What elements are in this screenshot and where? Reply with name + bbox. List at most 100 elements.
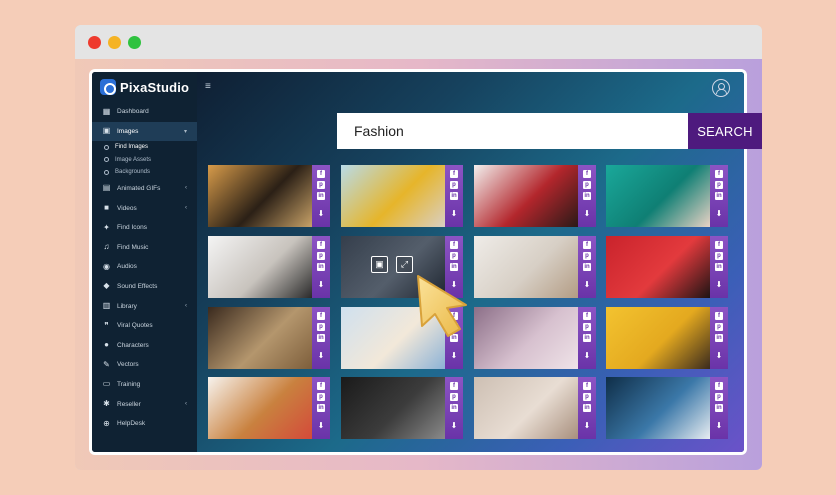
image-result-card[interactable]: fp in ⬇ <box>474 377 596 439</box>
hamburger-menu-icon[interactable]: ≡ <box>205 82 211 92</box>
pinterest-icon[interactable]: p <box>583 181 591 189</box>
sidebar-item-helpdesk[interactable]: ⊕ HelpDesk <box>92 414 197 434</box>
sidebar-item-find-icons[interactable]: ✦ Find Icons <box>92 218 197 238</box>
pinterest-icon[interactable]: p <box>715 252 723 260</box>
facebook-icon[interactable]: f <box>715 382 723 390</box>
sidebar-item-library[interactable]: ▥ Library ‹ <box>92 296 197 316</box>
download-icon[interactable]: ⬇ <box>583 352 591 360</box>
facebook-icon[interactable]: f <box>450 382 458 390</box>
linkedin-icon[interactable]: in <box>450 404 458 412</box>
facebook-icon[interactable]: f <box>317 312 325 320</box>
sidebar-subitem-backgrounds[interactable]: Backgrounds <box>92 166 197 179</box>
result-thumbnail[interactable] <box>606 236 710 298</box>
linkedin-icon[interactable]: in <box>583 263 591 271</box>
facebook-icon[interactable]: f <box>450 170 458 178</box>
pinterest-icon[interactable]: p <box>715 393 723 401</box>
pinterest-icon[interactable]: p <box>450 252 458 260</box>
image-result-card[interactable]: fp in ⬇ <box>208 377 330 439</box>
pinterest-icon[interactable]: p <box>317 393 325 401</box>
pinterest-icon[interactable]: p <box>583 393 591 401</box>
result-thumbnail[interactable] <box>606 307 710 369</box>
result-thumbnail[interactable] <box>606 377 710 439</box>
sidebar-subitem-image-assets[interactable]: Image Assets <box>92 154 197 167</box>
facebook-icon[interactable]: f <box>450 241 458 249</box>
image-result-card[interactable]: fp in ⬇ <box>474 307 596 369</box>
linkedin-icon[interactable]: in <box>583 334 591 342</box>
pinterest-icon[interactable]: p <box>450 181 458 189</box>
download-icon[interactable]: ⬇ <box>317 281 325 289</box>
facebook-icon[interactable]: f <box>317 382 325 390</box>
image-result-card[interactable]: fp in ⬇ <box>606 236 728 298</box>
facebook-icon[interactable]: f <box>583 241 591 249</box>
facebook-icon[interactable]: f <box>583 312 591 320</box>
result-thumbnail[interactable] <box>208 307 312 369</box>
sidebar-item-dashboard[interactable]: ▦ Dashboard <box>92 102 197 122</box>
pinterest-icon[interactable]: p <box>583 323 591 331</box>
result-thumbnail[interactable] <box>474 377 578 439</box>
pinterest-icon[interactable]: p <box>450 393 458 401</box>
facebook-icon[interactable]: f <box>715 312 723 320</box>
logo[interactable]: PixaStudio <box>92 72 197 102</box>
sidebar-item-reseller[interactable]: ✱ Reseller ‹ <box>92 394 197 414</box>
pinterest-icon[interactable]: p <box>715 181 723 189</box>
download-icon[interactable]: ⬇ <box>317 210 325 218</box>
close-window-icon[interactable] <box>88 36 101 49</box>
download-icon[interactable]: ⬇ <box>715 352 723 360</box>
download-icon[interactable]: ⬇ <box>583 281 591 289</box>
download-icon[interactable]: ⬇ <box>583 210 591 218</box>
image-result-card[interactable]: fp in ⬇ <box>341 165 463 227</box>
facebook-icon[interactable]: f <box>715 170 723 178</box>
result-thumbnail[interactable] <box>341 165 445 227</box>
image-result-card[interactable]: fp in ⬇ <box>208 307 330 369</box>
download-icon[interactable]: ⬇ <box>450 352 458 360</box>
sidebar-item-images[interactable]: ▣ Images ▾ <box>92 121 197 142</box>
linkedin-icon[interactable]: in <box>583 404 591 412</box>
download-icon[interactable]: ⬇ <box>715 422 723 430</box>
sidebar-item-animated-gifs[interactable]: ▤ Animated GIFs ‹ <box>92 179 197 199</box>
facebook-icon[interactable]: f <box>317 170 325 178</box>
linkedin-icon[interactable]: in <box>317 263 325 271</box>
sidebar-item-audios[interactable]: ◉ Audios <box>92 257 197 277</box>
preview-icon[interactable]: ▣ <box>371 256 388 273</box>
pinterest-icon[interactable]: p <box>583 252 591 260</box>
image-result-card[interactable]: fp in ⬇ <box>474 236 596 298</box>
image-result-card[interactable]: fp in ⬇ <box>474 165 596 227</box>
result-thumbnail[interactable] <box>208 236 312 298</box>
image-result-card[interactable]: fp in ⬇ <box>606 307 728 369</box>
download-icon[interactable]: ⬇ <box>715 210 723 218</box>
facebook-icon[interactable]: f <box>317 241 325 249</box>
facebook-icon[interactable]: f <box>583 170 591 178</box>
pinterest-icon[interactable]: p <box>317 252 325 260</box>
linkedin-icon[interactable]: in <box>715 192 723 200</box>
image-result-card[interactable]: fp in ⬇ <box>606 165 728 227</box>
search-input[interactable] <box>337 113 689 149</box>
minimize-window-icon[interactable] <box>108 36 121 49</box>
image-result-card[interactable]: fp in ⬇ <box>208 236 330 298</box>
sidebar-item-vectors[interactable]: ✎ Vectors <box>92 355 197 375</box>
facebook-icon[interactable]: f <box>583 382 591 390</box>
image-result-card[interactable]: fp in ⬇ <box>208 165 330 227</box>
sidebar-item-find-music[interactable]: ♫ Find Music <box>92 237 197 257</box>
download-icon[interactable]: ⬇ <box>715 281 723 289</box>
linkedin-icon[interactable]: in <box>450 192 458 200</box>
result-thumbnail[interactable] <box>474 165 578 227</box>
pinterest-icon[interactable]: p <box>317 323 325 331</box>
linkedin-icon[interactable]: in <box>317 192 325 200</box>
pinterest-icon[interactable]: p <box>317 181 325 189</box>
sidebar-item-training[interactable]: ▭ Training <box>92 375 197 395</box>
result-thumbnail[interactable] <box>474 307 578 369</box>
linkedin-icon[interactable]: in <box>317 334 325 342</box>
pinterest-icon[interactable]: p <box>715 323 723 331</box>
linkedin-icon[interactable]: in <box>715 263 723 271</box>
facebook-icon[interactable]: f <box>715 241 723 249</box>
result-thumbnail[interactable] <box>474 236 578 298</box>
sidebar-subitem-find-images[interactable]: Find Images <box>92 141 197 154</box>
image-result-card[interactable]: fp in ⬇ <box>341 377 463 439</box>
download-icon[interactable]: ⬇ <box>317 422 325 430</box>
download-icon[interactable]: ⬇ <box>450 422 458 430</box>
result-thumbnail[interactable] <box>606 165 710 227</box>
image-result-card[interactable]: fp in ⬇ <box>606 377 728 439</box>
download-icon[interactable]: ⬇ <box>450 210 458 218</box>
linkedin-icon[interactable]: in <box>715 404 723 412</box>
download-icon[interactable]: ⬇ <box>583 422 591 430</box>
